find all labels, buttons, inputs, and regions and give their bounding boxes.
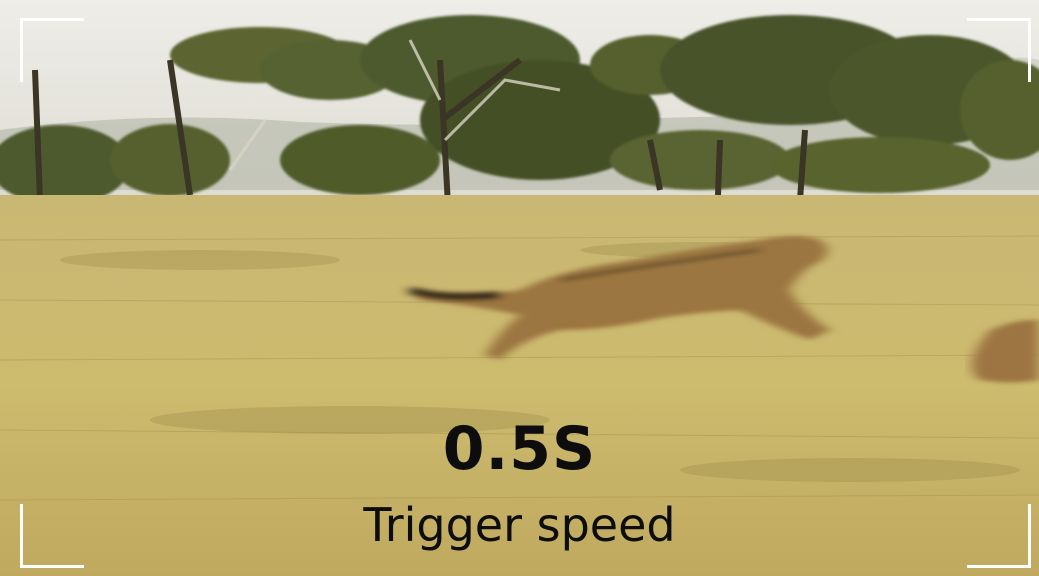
trigger-speed-value: 0.5S xyxy=(442,414,597,484)
savanna-photo: 0.5S Trigger speed xyxy=(0,0,1039,576)
trigger-speed-label: Trigger speed xyxy=(363,498,676,552)
frame-corner-top-right xyxy=(967,18,1031,82)
frame-corner-top-left xyxy=(20,18,84,82)
savanna-background xyxy=(0,0,1039,576)
